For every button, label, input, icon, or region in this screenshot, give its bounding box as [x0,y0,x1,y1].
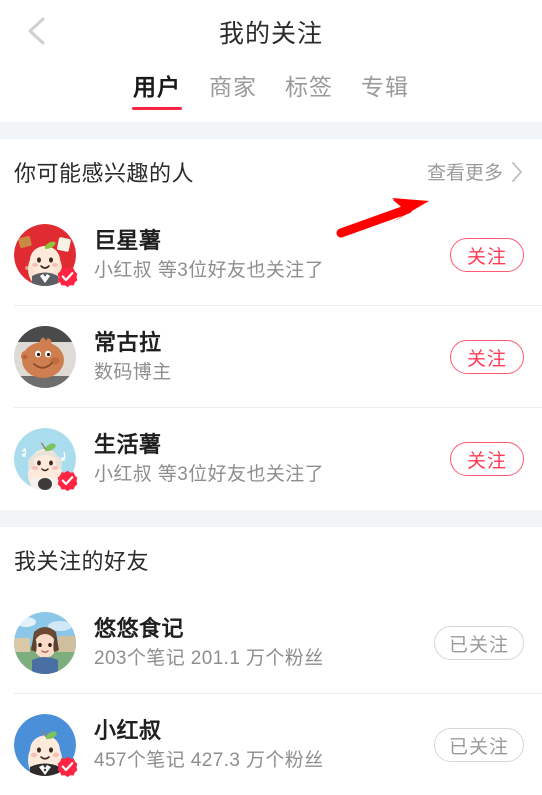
tab-albums-label: 专辑 [361,74,409,100]
follow-button[interactable]: 关注 [450,340,524,374]
tab-users[interactable]: 用户 [130,70,184,112]
tab-tags-label: 标签 [285,74,333,100]
user-name: 常古拉 [94,329,162,355]
page-title: 我的关注 [218,20,323,48]
navbar: 我的关注 [0,0,542,60]
user-row-suggested-1[interactable]: 巨星薯 小红叔 等3位好友也关注了 关注 [0,204,542,306]
user-info: 悠悠食记 203个笔记 201.1 万个粉丝 [94,615,324,672]
verified-badge-icon [57,266,78,288]
user-name: 悠悠食记 [94,615,185,641]
tab-tags[interactable]: 标签 [282,70,336,112]
user-info: 小红叔 457个笔记 427.3 万个粉丝 [94,717,324,774]
user-subtitle: 数码博主 [94,361,172,383]
avatar-wrap [14,326,76,388]
section-header-friends: 我关注的好友 [0,527,542,592]
pig-photo-avatar [14,326,76,388]
user-info: 巨星薯 小红叔 等3位好友也关注了 [94,227,324,284]
user-subtitle: 203个笔记 201.1 万个粉丝 [94,647,324,669]
follow-button[interactable]: 关注 [450,238,524,272]
user-row-suggested-2[interactable]: 常古拉 数码博主 关注 [0,306,542,408]
user-name: 生活薯 [94,431,162,457]
user-subtitle: 小红叔 等3位好友也关注了 [94,259,325,281]
user-name: 小红叔 [94,717,162,743]
followed-button[interactable]: 已关注 [433,728,524,762]
user-subtitle: 小红叔 等3位好友也关注了 [94,463,325,485]
follow-button[interactable]: 关注 [450,442,524,476]
girl-photo-avatar [14,612,76,674]
tab-albums[interactable]: 专辑 [358,70,412,112]
avatar-wrap [14,612,76,674]
verified-badge-icon [57,470,78,492]
view-more-label: 查看更多 [426,163,503,184]
avatar-wrap [14,714,78,778]
followed-button[interactable]: 已关注 [433,626,524,660]
user-info: 生活薯 小红叔 等3位好友也关注了 [94,431,324,488]
avatar-wrap [14,224,78,288]
tab-bar: 用户 商家 标签 专辑 [0,60,542,122]
user-name: 巨星薯 [94,227,162,253]
verified-badge-icon [57,756,78,778]
tab-active-underline [132,107,182,110]
section-title-suggested: 你可能感兴趣的人 [14,160,195,186]
section-title-friends: 我关注的好友 [14,548,150,574]
section-divider-band [0,122,542,139]
user-info: 常古拉 数码博主 [94,329,172,386]
view-more-button[interactable]: 查看更多 [427,158,524,185]
tab-merchants-label: 商家 [209,74,257,100]
user-subtitle: 457个笔记 427.3 万个粉丝 [94,749,324,771]
section-header-suggested: 你可能感兴趣的人 查看更多 [0,139,542,204]
user-row-suggested-3[interactable]: 生活薯 小红叔 等3位好友也关注了 关注 [0,408,542,510]
chevron-right-icon [510,160,524,184]
user-row-friend-2[interactable]: 小红叔 457个笔记 427.3 万个粉丝 已关注 [0,694,542,795]
avatar-wrap [14,428,78,492]
tab-users-label: 用户 [133,74,181,100]
tab-merchants[interactable]: 商家 [206,70,260,112]
follow-list-screen: 我的关注 用户 商家 标签 专辑 你可能感兴趣的人 查看更多 巨星薯 小红叔 等… [0,0,542,795]
avatar[interactable] [14,326,76,388]
avatar[interactable] [14,612,76,674]
user-row-friend-1[interactable]: 悠悠食记 203个笔记 201.1 万个粉丝 已关注 [0,592,542,694]
section-divider-band-2 [0,510,542,527]
